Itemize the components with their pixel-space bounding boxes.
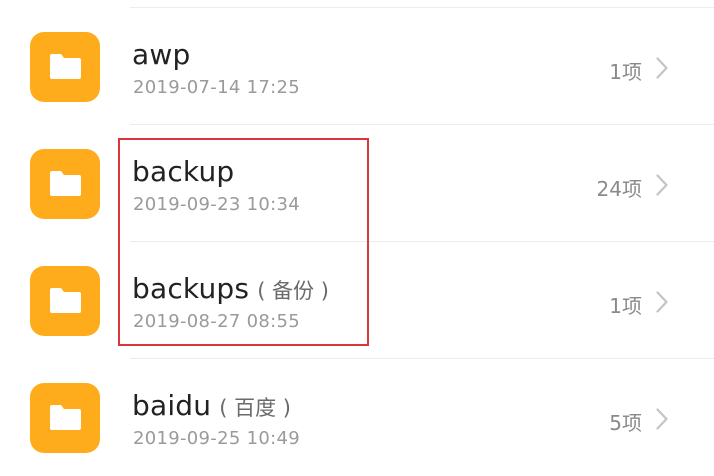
folder-glyph-icon	[50, 54, 81, 79]
item-count: 1项	[609, 294, 642, 318]
folder-glyph-icon	[50, 405, 81, 430]
folder-glyph-icon	[50, 288, 81, 313]
folder-row-awp[interactable]: awp 2019-07-14 17:25 1项	[0, 8, 714, 125]
folder-icon	[30, 266, 100, 336]
folder-date: 2019-07-14 17:25	[133, 77, 301, 98]
chevron-right-icon	[656, 408, 668, 430]
folder-icon	[30, 149, 100, 219]
folder-glyph-icon	[50, 171, 81, 196]
folder-name: awp	[132, 38, 191, 71]
folder-row-baidu[interactable]: baidu ( 百度 ) 2019-09-25 10:49 5项	[0, 359, 714, 476]
folder-icon	[30, 383, 100, 453]
folder-name-line: awp	[132, 38, 198, 71]
item-count: 1项	[609, 60, 642, 84]
folder-name-line: baidu ( 百度 )	[132, 389, 291, 422]
item-count: 24项	[596, 177, 642, 201]
item-count: 5项	[609, 411, 642, 435]
chevron-right-icon	[656, 174, 668, 196]
folder-alias: ( 百度 )	[219, 396, 291, 420]
chevron-right-icon	[656, 291, 668, 313]
highlight-box	[118, 138, 369, 346]
folder-name: baidu	[132, 389, 212, 422]
folder-date: 2019-09-25 10:49	[133, 428, 301, 449]
chevron-right-icon	[656, 57, 668, 79]
folder-icon	[30, 32, 100, 102]
